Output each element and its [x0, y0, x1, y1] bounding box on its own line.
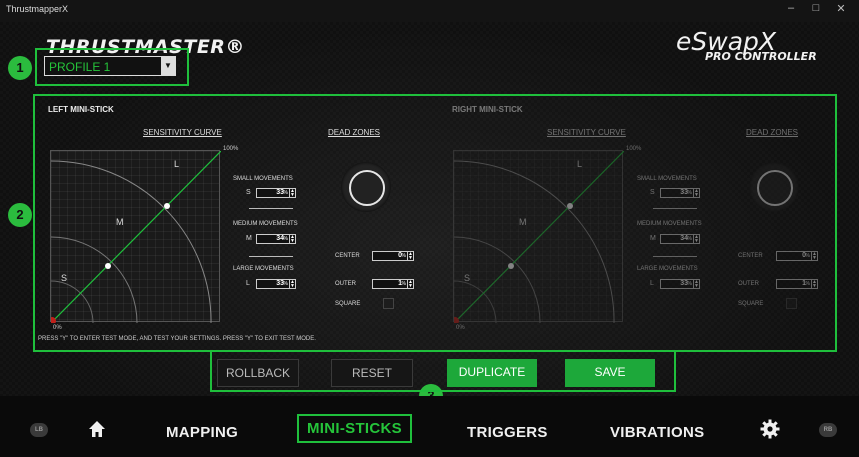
left-large-prefix: L — [246, 280, 250, 287]
stepper-arrows-icon[interactable]: ▲ ▼ — [693, 189, 699, 198]
stepper-arrows-icon[interactable]: ▲ ▼ — [811, 280, 817, 289]
stepper-arrows-icon[interactable]: ▲ ▼ — [693, 235, 699, 244]
rollback-button[interactable]: ROLLBACK — [217, 359, 299, 387]
right-small-movements-label: SMALL MOVEMENTS — [637, 176, 697, 182]
stepper-arrows-icon[interactable]: ▲ ▼ — [289, 189, 295, 198]
right-dead-zones-title: DEAD ZONES — [746, 128, 799, 137]
left-curve-title: SENSITIVITY CURVE — [143, 128, 222, 137]
lb-bumper-icon[interactable]: LB — [30, 423, 48, 437]
right-square-checkbox[interactable] — [786, 298, 797, 309]
nav-mapping[interactable]: MAPPING — [166, 424, 238, 441]
right-dead-zone-visual — [749, 162, 799, 212]
right-medium-prefix: M — [650, 235, 656, 242]
right-stick-title: RIGHT MINI-STICK — [452, 105, 523, 114]
right-large-movements-label: LARGE MOVEMENTS — [637, 266, 698, 272]
right-zone-medium-label: M — [519, 217, 527, 227]
save-button[interactable]: SAVE — [565, 359, 655, 387]
left-outer-stepper[interactable]: 1 % ▲ ▼ — [372, 279, 414, 289]
right-zone-large-label: L — [577, 159, 583, 169]
left-zone-large-label: L — [174, 159, 180, 169]
left-square-checkbox[interactable] — [383, 298, 394, 309]
stepper-arrows-icon[interactable]: ▲ ▼ — [407, 280, 413, 289]
left-square-label: SQUARE — [335, 301, 361, 307]
left-max-label: 100% — [223, 146, 239, 152]
stepper-arrows-icon[interactable]: ▲ ▼ — [289, 235, 295, 244]
window-title: ThrustmapperX — [6, 4, 69, 14]
nav-triggers[interactable]: TRIGGERS — [467, 424, 548, 441]
right-medium-stepper[interactable]: 34 % ▲ ▼ — [660, 234, 700, 244]
chevron-down-icon[interactable]: ▼ — [161, 57, 175, 75]
left-medium-stepper[interactable]: 34 % ▲ ▼ — [256, 234, 296, 244]
home-icon[interactable] — [88, 420, 106, 438]
stepper-arrows-icon[interactable]: ▲ ▼ — [407, 252, 413, 261]
right-square-label: SQUARE — [738, 301, 764, 307]
stepper-arrows-icon[interactable]: ▲ ▼ — [811, 252, 817, 261]
left-small-stepper[interactable]: 33 % ▲ ▼ — [256, 188, 296, 198]
left-small-movements-label: SMALL MOVEMENTS — [233, 176, 293, 182]
right-curve-title: SENSITIVITY CURVE — [547, 128, 626, 137]
stepper-arrows-icon[interactable]: ▲ ▼ — [289, 280, 295, 289]
gear-icon[interactable] — [760, 419, 780, 439]
divider — [249, 208, 293, 209]
right-sensitivity-graph[interactable]: L M S — [453, 150, 624, 323]
left-outer-label: OUTER — [335, 281, 356, 287]
test-mode-hint: PRESS "Y" TO ENTER TEST MODE, AND TEST Y… — [38, 336, 316, 342]
product-subtitle: PRO CONTROLLER — [705, 50, 817, 63]
left-zone-small-label: S — [61, 273, 68, 283]
callout-badge-1: 1 — [8, 56, 32, 80]
left-dead-zone-visual — [341, 162, 391, 212]
right-center-label: CENTER — [738, 253, 763, 259]
left-large-movements-label: LARGE MOVEMENTS — [233, 266, 294, 272]
nav-mini-sticks[interactable]: MINI-STICKS — [297, 414, 412, 443]
profile-value: PROFILE 1 — [49, 60, 111, 74]
divider — [653, 256, 697, 257]
nav-vibrations[interactable]: VIBRATIONS — [610, 424, 704, 441]
right-small-stepper[interactable]: 33 % ▲ ▼ — [660, 188, 700, 198]
right-outer-label: OUTER — [738, 281, 759, 287]
left-dead-zones-title: DEAD ZONES — [328, 128, 381, 137]
right-large-stepper[interactable]: 33 % ▲ ▼ — [660, 279, 700, 289]
left-zone-medium-label: M — [116, 217, 124, 227]
duplicate-button[interactable]: DUPLICATE — [447, 359, 537, 387]
left-center-label: CENTER — [335, 253, 360, 259]
bottom-nav — [0, 396, 859, 457]
rb-bumper-icon[interactable]: RB — [819, 423, 837, 437]
right-medium-movements-label: MEDIUM MOVEMENTS — [637, 221, 702, 227]
minimize-button[interactable]: – — [781, 2, 801, 14]
right-large-prefix: L — [650, 280, 654, 287]
reset-button[interactable]: RESET — [331, 359, 413, 387]
left-center-stepper[interactable]: 0 % ▲ ▼ — [372, 251, 414, 261]
right-outer-stepper[interactable]: 1 % ▲ ▼ — [776, 279, 818, 289]
right-max-label: 100% — [626, 146, 642, 152]
right-min-label: 0% — [456, 325, 465, 331]
divider — [653, 208, 697, 209]
left-medium-movements-label: MEDIUM MOVEMENTS — [233, 221, 298, 227]
window-titlebar: ThrustmapperX – □ ✕ — [0, 0, 859, 22]
callout-badge-2: 2 — [8, 203, 32, 227]
left-stick-title: LEFT MINI-STICK — [48, 105, 114, 114]
right-small-prefix: S — [650, 189, 655, 196]
divider — [249, 256, 293, 257]
close-button[interactable]: ✕ — [831, 2, 851, 15]
right-zone-small-label: S — [464, 273, 471, 283]
profile-dropdown[interactable]: PROFILE 1 ▼ — [44, 56, 176, 76]
left-medium-prefix: M — [246, 235, 252, 242]
right-center-stepper[interactable]: 0 % ▲ ▼ — [776, 251, 818, 261]
left-large-stepper[interactable]: 33 % ▲ ▼ — [256, 279, 296, 289]
left-sensitivity-graph[interactable]: L M S — [50, 150, 221, 323]
left-small-prefix: S — [246, 189, 251, 196]
product-logo: eSwapX PRO CONTROLLER — [676, 27, 817, 63]
restore-button[interactable]: □ — [806, 2, 826, 14]
left-min-label: 0% — [53, 325, 62, 331]
stepper-arrows-icon[interactable]: ▲ ▼ — [693, 280, 699, 289]
